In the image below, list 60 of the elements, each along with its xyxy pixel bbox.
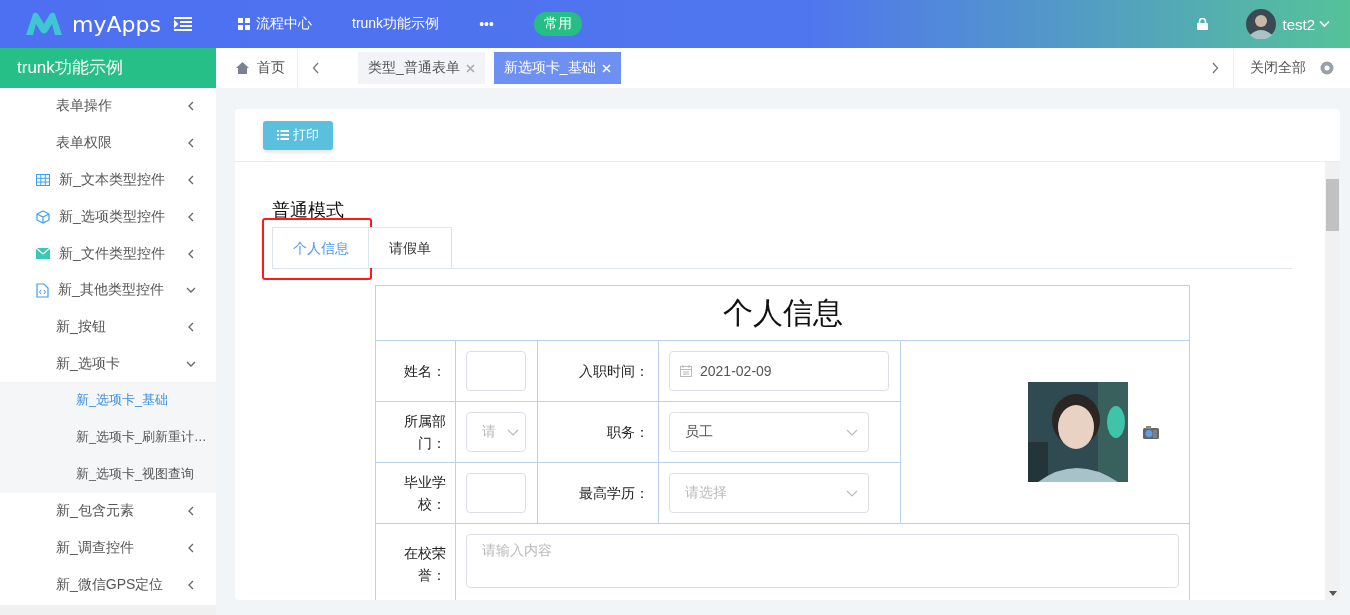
nav-link[interactable]: 流程中心 <box>238 15 312 33</box>
calendar-icon <box>680 365 692 377</box>
text-field[interactable] <box>466 351 526 391</box>
form-mode-title: 普通模式 <box>272 199 345 222</box>
scrollbar-thumb[interactable] <box>1326 179 1339 231</box>
form-tab[interactable]: 请假单 <box>368 227 452 268</box>
close-all-link[interactable]: 关闭全部 <box>1250 59 1306 77</box>
table-icon <box>36 174 50 186</box>
nav-link[interactable]: ••• <box>479 16 494 32</box>
sidebar-item[interactable]: 新_文本类型控件 <box>0 161 216 199</box>
chevron-down-icon <box>846 489 858 497</box>
sidebar-item[interactable]: 新_微信GPS定位 <box>0 566 216 604</box>
chevron-down-icon <box>507 428 519 436</box>
field-label: 最高学历： <box>537 462 659 524</box>
home-tab[interactable]: 首页 <box>216 48 298 88</box>
list-icon <box>277 130 289 140</box>
sidebar-item[interactable]: 新_选项类型控件 <box>0 198 216 236</box>
chevron-down-icon <box>846 428 858 436</box>
honors-textarea[interactable]: 请输入内容 <box>466 534 1179 588</box>
close-icon[interactable] <box>465 63 475 73</box>
sidebar-item[interactable]: 新_包含元素 <box>0 492 216 530</box>
sidebar-item[interactable]: 新_选项卡_视图查询 <box>0 455 216 493</box>
sidebar-item[interactable]: 表单操作 <box>0 88 216 125</box>
avatar-icon[interactable] <box>1246 9 1277 39</box>
home-icon <box>236 62 249 74</box>
field-label: 入职时间： <box>537 340 659 402</box>
sidebar-item[interactable]: 新_其他类型控件 <box>0 272 216 309</box>
date-field[interactable]: 2021-02-09 <box>669 351 889 391</box>
code-file-icon <box>36 282 49 298</box>
page-tab[interactable]: 类型_普通表单 <box>358 52 485 84</box>
scroll-right-icon[interactable] <box>1211 62 1219 74</box>
field-label: 姓名： <box>375 340 456 402</box>
text-field[interactable] <box>466 473 526 513</box>
cube-icon <box>36 209 50 224</box>
sidebar-title: trunk功能示例 <box>0 48 216 88</box>
sidebar-item[interactable]: 表单权限 <box>0 124 216 162</box>
vertical-scrollbar[interactable] <box>1325 162 1340 600</box>
sidebar-item[interactable]: 新_选项卡_刷新重计… <box>0 419 216 456</box>
field-label: 职务： <box>537 401 659 463</box>
scroll-down-icon[interactable] <box>1329 591 1337 596</box>
select-field[interactable]: 员工 <box>669 412 869 452</box>
sidebar-item[interactable]: 新_选项卡 <box>0 345 216 383</box>
lock-icon[interactable] <box>1197 18 1209 30</box>
sidebar-item[interactable]: 新_按钮 <box>0 308 216 346</box>
envelope-icon <box>36 248 50 260</box>
menu-icon[interactable] <box>174 17 192 31</box>
logo-icon <box>24 11 64 37</box>
grid-icon <box>238 18 250 30</box>
table-title: 个人信息 <box>375 285 1190 341</box>
nav-link[interactable]: trunk功能示例 <box>352 15 440 33</box>
field-label: 在校荣誉： <box>375 523 456 600</box>
scroll-left-icon[interactable] <box>312 62 320 74</box>
field-label: 所属部门： <box>375 401 456 463</box>
camera-icon[interactable] <box>1143 425 1159 439</box>
circle-menu-icon[interactable] <box>1320 61 1334 75</box>
chevron-down-icon[interactable] <box>1319 20 1330 28</box>
app-name: myApps <box>72 11 161 37</box>
field-label: 毕业学校： <box>375 462 456 524</box>
sidebar-item[interactable]: 新_调查控件 <box>0 529 216 567</box>
sidebar-item[interactable]: 新_文件类型控件 <box>0 235 216 272</box>
